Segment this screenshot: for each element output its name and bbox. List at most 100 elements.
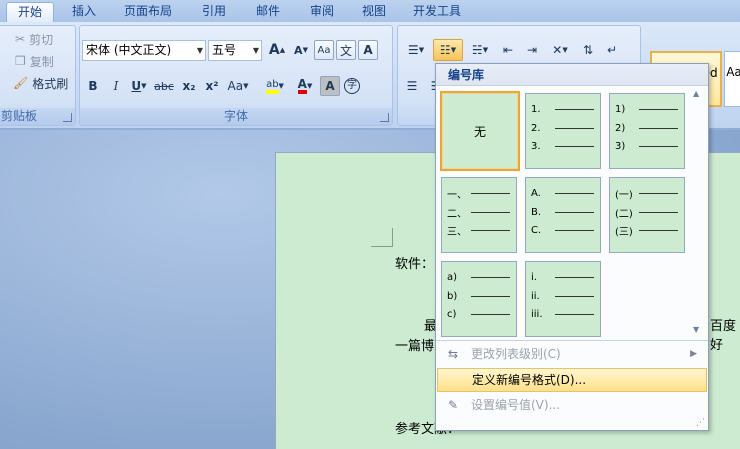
clipboard-group: ✂ 剪切 ❐ 复制 🖌 格式刷 剪贴板 (0, 25, 76, 126)
tab-developer[interactable]: 开发工具 (404, 2, 470, 22)
paintbrush-icon: 🖌 (13, 76, 29, 90)
copy-button[interactable]: ❐ 复制 (15, 50, 54, 72)
numbering-none-label: 无 (473, 125, 486, 139)
scroll-down-icon[interactable]: ▼ (693, 325, 699, 334)
bullets-button[interactable]: ☰ ▼ (401, 39, 431, 61)
resize-grip-icon[interactable]: ⋰ (696, 418, 705, 428)
enclose-icon: 字 (344, 78, 360, 94)
enclose-char-button[interactable]: 字 (341, 75, 363, 97)
show-marks-button[interactable]: ↵ (601, 39, 623, 61)
doc-text-line-blog: 一篇博 (395, 339, 435, 354)
multilevel-list-icon: ☵ (471, 43, 483, 57)
tab-home[interactable]: 开始 (6, 2, 54, 22)
grow-font-button[interactable]: A ▲ (266, 39, 288, 61)
chevron-down-icon: ▼ (252, 46, 259, 55)
phonetic-icon: 文 (339, 43, 352, 58)
sort-icon: ⇅ (582, 43, 594, 57)
tab-page-layout[interactable]: 页面布局 (118, 2, 178, 22)
numbering-tile-chinese-paren[interactable]: (一) (二) (三) (609, 177, 685, 253)
numbering-button[interactable]: ☷ ▼ (433, 39, 463, 61)
highlight-button[interactable]: ab ▼ (260, 75, 290, 97)
font-dialog-launcher[interactable] (380, 113, 389, 122)
doc-text-line-software: 软件： (395, 257, 435, 272)
underline-button[interactable]: U ▼ (128, 75, 150, 97)
numbering-none-tile[interactable]: 无 (440, 91, 520, 171)
gallery-scrollbar[interactable]: ▲ ▼ (690, 87, 708, 337)
highlighter-icon: ab (266, 79, 279, 94)
font-name-value: 宋体 (中文正文) (86, 43, 172, 57)
increase-indent-button[interactable]: ⇥ (521, 39, 543, 61)
bullet-list-icon: ☰ (407, 43, 419, 57)
copy-icon: ❐ (15, 54, 26, 68)
outdent-icon: ⇤ (502, 43, 514, 57)
underline-icon: U (131, 79, 142, 93)
set-value-icon: ✎ (447, 398, 459, 412)
numbering-tile-arabic-dot[interactable]: 1. 2. 3. (525, 93, 601, 169)
clear-format-button[interactable]: Aa (314, 40, 334, 60)
char-shading-icon: A (325, 79, 335, 93)
superscript-button[interactable]: x² (201, 75, 223, 97)
change-case-button[interactable]: Aa ▼ (224, 75, 252, 97)
format-painter-button[interactable]: 🖌 格式刷 (13, 72, 68, 94)
chevron-down-icon: ▼ (196, 46, 203, 55)
numbering-tile-chinese[interactable]: 一、 二、 三、 (441, 177, 517, 253)
phonetic-guide-button[interactable]: 文 (336, 40, 356, 60)
tab-view[interactable]: 视图 (352, 2, 396, 22)
copy-label: 复制 (29, 54, 54, 69)
clipboard-dialog-launcher[interactable] (63, 113, 72, 122)
font-name-combo[interactable]: 宋体 (中文正文) ▼ (82, 40, 206, 61)
grow-font-icon: A (268, 42, 280, 58)
italic-button[interactable]: I (105, 75, 127, 97)
change-case-icon: Aa (227, 79, 244, 93)
paragraph-mark-icon: ↵ (606, 43, 618, 57)
cut-button[interactable]: ✂ 剪切 (15, 28, 53, 50)
doc-text-line-partial-right: 百度好 (710, 319, 737, 353)
set-numbering-value-label: 设置编号值(V)... (471, 398, 561, 412)
font-size-value: 五号 (212, 43, 237, 57)
decrease-indent-button[interactable]: ⇤ (497, 39, 519, 61)
define-new-number-format-item[interactable]: 定义新编号格式(D)... (437, 368, 707, 392)
bold-icon: B (88, 79, 98, 93)
char-shading-button[interactable]: A (320, 76, 340, 96)
italic-icon: I (113, 79, 119, 93)
bold-button[interactable]: B (82, 75, 104, 97)
indent-icon: ⇥ (526, 43, 538, 57)
superscript-icon: x² (205, 79, 219, 93)
strikethrough-icon: abc (154, 79, 174, 93)
font-color-button[interactable]: A ▼ (291, 75, 319, 97)
numbering-tile-lower-roman[interactable]: i. ii. iii. (525, 261, 601, 337)
change-list-level-item[interactable]: ⇆ 更改列表级别(C) ▶ (437, 343, 707, 366)
set-numbering-value-item[interactable]: ✎ 设置编号值(V)... (437, 394, 707, 417)
numbering-tile-upper-alpha[interactable]: A. B. C. (525, 177, 601, 253)
cut-label: 剪切 (29, 32, 54, 47)
strikethrough-button[interactable]: abc (151, 75, 177, 97)
list-level-icon: ⇆ (447, 347, 459, 361)
align-left-button[interactable]: ☰ (401, 75, 423, 97)
chinese-layout-button[interactable]: ✕ ▼ (545, 39, 575, 61)
multilevel-list-button[interactable]: ☵ ▼ (465, 39, 495, 61)
subscript-icon: x₂ (182, 79, 196, 93)
numbering-library-dropdown: 编号库 无 1. 2. 3. 1) 2) 3) 一、 二、 三、 A. B. C… (435, 63, 709, 431)
tab-insert[interactable]: 插入 (62, 2, 106, 22)
chinese-layout-icon: ✕ (552, 43, 563, 57)
chevron-right-icon: ▶ (690, 349, 697, 359)
tab-review[interactable]: 审阅 (300, 2, 344, 22)
shrink-font-icon: A (294, 43, 303, 57)
tab-references[interactable]: 引用 (192, 2, 236, 22)
font-group: 宋体 (中文正文) ▼ 五号 ▼ A ▲ A ▼ Aa 文 A B I U ▼ abc… (79, 25, 393, 126)
align-left-icon: ☰ (406, 79, 418, 93)
style-no-spacing[interactable]: Aa (724, 51, 740, 107)
menu-separator (436, 340, 708, 341)
numbering-tile-arabic-paren[interactable]: 1) 2) 3) (609, 93, 685, 169)
define-new-number-format-label: 定义新编号格式(D)... (472, 373, 587, 387)
sort-button[interactable]: ⇅ (577, 39, 599, 61)
eraser-icon: Aa (317, 44, 331, 56)
subscript-button[interactable]: x₂ (178, 75, 200, 97)
char-border-button[interactable]: A (358, 40, 378, 60)
shrink-font-button[interactable]: A ▼ (290, 39, 312, 61)
format-painter-label: 格式刷 (32, 76, 69, 91)
tab-mailings[interactable]: 邮件 (246, 2, 290, 22)
scroll-up-icon[interactable]: ▲ (693, 89, 699, 98)
numbering-tile-lower-alpha[interactable]: a) b) c) (441, 261, 517, 337)
font-size-combo[interactable]: 五号 ▼ (208, 40, 262, 61)
